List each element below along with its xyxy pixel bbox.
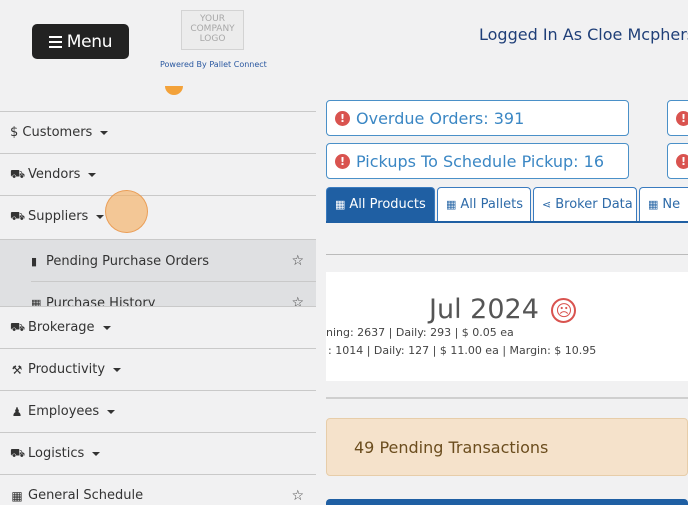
sidebar-item-label: $ Customers (10, 125, 93, 140)
caret-down-icon (92, 451, 101, 456)
star-icon[interactable]: ☆ (291, 253, 304, 269)
submenu-item-label: Pending Purchase Orders (46, 253, 209, 269)
pickups-to-schedule-label: Pickups To Schedule Pickup: 16 (356, 151, 605, 171)
alert-button-right[interactable]: ! (667, 100, 688, 136)
tab-label: All Products (349, 197, 426, 212)
main-content: ! Overdue Orders: 391 ! ! Pickups To Sch… (316, 95, 688, 505)
sidebar-item-customers[interactable]: $ Customers (0, 111, 316, 153)
sidebar-item-brokerage[interactable]: ⛟ Brokerage (0, 306, 316, 348)
sidebar-item-general-schedule[interactable]: ▦ General Schedule ☆ (0, 474, 316, 505)
logged-in-user[interactable]: Logged In As Cloe Mcphers (479, 25, 688, 44)
submenu-item-purchase-history[interactable]: ▦ Purchase History ☆ (0, 282, 316, 306)
tab-all-products[interactable]: ▦ All Products (326, 187, 435, 221)
exclamation-icon: ! (335, 153, 350, 169)
sidebar-item-label: Brokerage (28, 320, 95, 335)
caret-down-icon (88, 172, 97, 177)
overdue-orders-label: Overdue Orders: 391 (356, 108, 525, 128)
sidebar: $ Customers ⛟ Vendors ⛟ Suppliers ▮ Pend… (0, 95, 316, 505)
sidebar-item-logistics[interactable]: ⛟ Logistics (0, 432, 316, 474)
tab-label: Broker Data (555, 197, 633, 212)
sidebar-item-vendors[interactable]: ⛟ Vendors (0, 153, 316, 195)
exclamation-icon: ! (335, 110, 350, 126)
menu-button-label: Menu (66, 31, 113, 52)
summary-line-1: ning: 2637 | Daily: 293 | $ 0.05 ea (326, 326, 514, 339)
sidebar-item-suppliers[interactable]: ⛟ Suppliers (0, 195, 316, 237)
submenu-item-pending-purchase-orders[interactable]: ▮ Pending Purchase Orders ☆ (0, 240, 316, 282)
submenu-item-label: Purchase History (46, 295, 156, 307)
tab-all-pallets[interactable]: ▦ All Pallets (437, 187, 531, 221)
product-tabs: ▦ All Products ▦ All Pallets ⋖ Broker Da… (326, 187, 688, 221)
tab-broker-data[interactable]: ⋖ Broker Data (533, 187, 637, 221)
pending-transactions-banner[interactable]: 49 Pending Transactions (326, 418, 688, 476)
caret-down-icon (102, 325, 111, 330)
sidebar-item-employees[interactable]: ♟ Employees (0, 390, 316, 432)
calendar-icon: ▦ (11, 488, 23, 503)
divider (326, 254, 688, 255)
alert-button-right-2[interactable]: ! (667, 143, 688, 179)
pallets-icon: ▦ (335, 198, 346, 211)
sidebar-item-label: Employees (28, 404, 100, 419)
truck-loading-icon: ⛟ (10, 208, 26, 223)
divider (326, 397, 688, 399)
caret-down-icon (100, 130, 109, 135)
sidebar-item-productivity[interactable]: ⚒ Productivity (0, 348, 316, 390)
exclamation-icon: ! (676, 153, 688, 169)
status-indicator (165, 86, 183, 95)
caret-down-icon (113, 367, 122, 372)
pallets-icon: ▦ (648, 198, 659, 211)
tab-label: All Pallets (460, 197, 523, 212)
summary-line-2: : 1014 | Daily: 127 | $ 11.00 ea | Margi… (328, 344, 597, 357)
hamburger-icon (48, 33, 62, 51)
bottom-panel-header (326, 499, 688, 505)
caret-down-icon (107, 409, 116, 414)
share-icon: ⋖ (542, 198, 552, 211)
sidebar-item-label: Productivity (28, 362, 106, 377)
sidebar-item-label: Suppliers (28, 209, 89, 224)
top-header: Menu YOUR COMPANY LOGO Powered By Pallet… (0, 0, 688, 95)
truck-icon: ⛟ (10, 319, 26, 334)
caret-down-icon (96, 214, 105, 219)
hammer-icon: ⚒ (11, 362, 23, 377)
pickups-to-schedule-button[interactable]: ! Pickups To Schedule Pickup: 16 (326, 143, 629, 179)
person-icon: ♟ (11, 404, 23, 419)
exclamation-icon: ! (676, 110, 688, 126)
menu-button[interactable]: Menu (32, 24, 129, 59)
tab-label: Ne (662, 197, 681, 212)
suppliers-submenu: ▮ Pending Purchase Orders ☆ ▦ Purchase H… (0, 239, 316, 306)
star-icon[interactable]: ☆ (291, 488, 304, 504)
sidebar-item-label: Logistics (28, 446, 85, 461)
overdue-orders-button[interactable]: ! Overdue Orders: 391 (326, 100, 629, 136)
table-icon: ▦ (31, 296, 42, 307)
summary-card: Jul 2024 ☹ ning: 2637 | Daily: 293 | $ 0… (326, 272, 688, 381)
sidebar-item-label: General Schedule (28, 488, 144, 503)
truck-icon: ⛟ (10, 445, 26, 460)
month-heading: Jul 2024 ☹ (429, 294, 577, 325)
star-icon[interactable]: ☆ (291, 295, 304, 306)
frown-icon: ☹ (551, 298, 577, 323)
tab-new[interactable]: ▦ Ne (639, 187, 688, 221)
click-indicator (105, 190, 148, 233)
month-label: Jul 2024 (429, 294, 539, 325)
tab-underline (326, 221, 688, 223)
powered-by-text: Powered By Pallet Connect (160, 60, 267, 69)
company-logo[interactable]: YOUR COMPANY LOGO (181, 10, 244, 50)
truck-icon: ⛟ (10, 166, 26, 181)
clipboard-icon: ▮ (31, 254, 38, 268)
sidebar-item-label: Vendors (28, 167, 81, 182)
pallets-icon: ▦ (446, 198, 457, 211)
